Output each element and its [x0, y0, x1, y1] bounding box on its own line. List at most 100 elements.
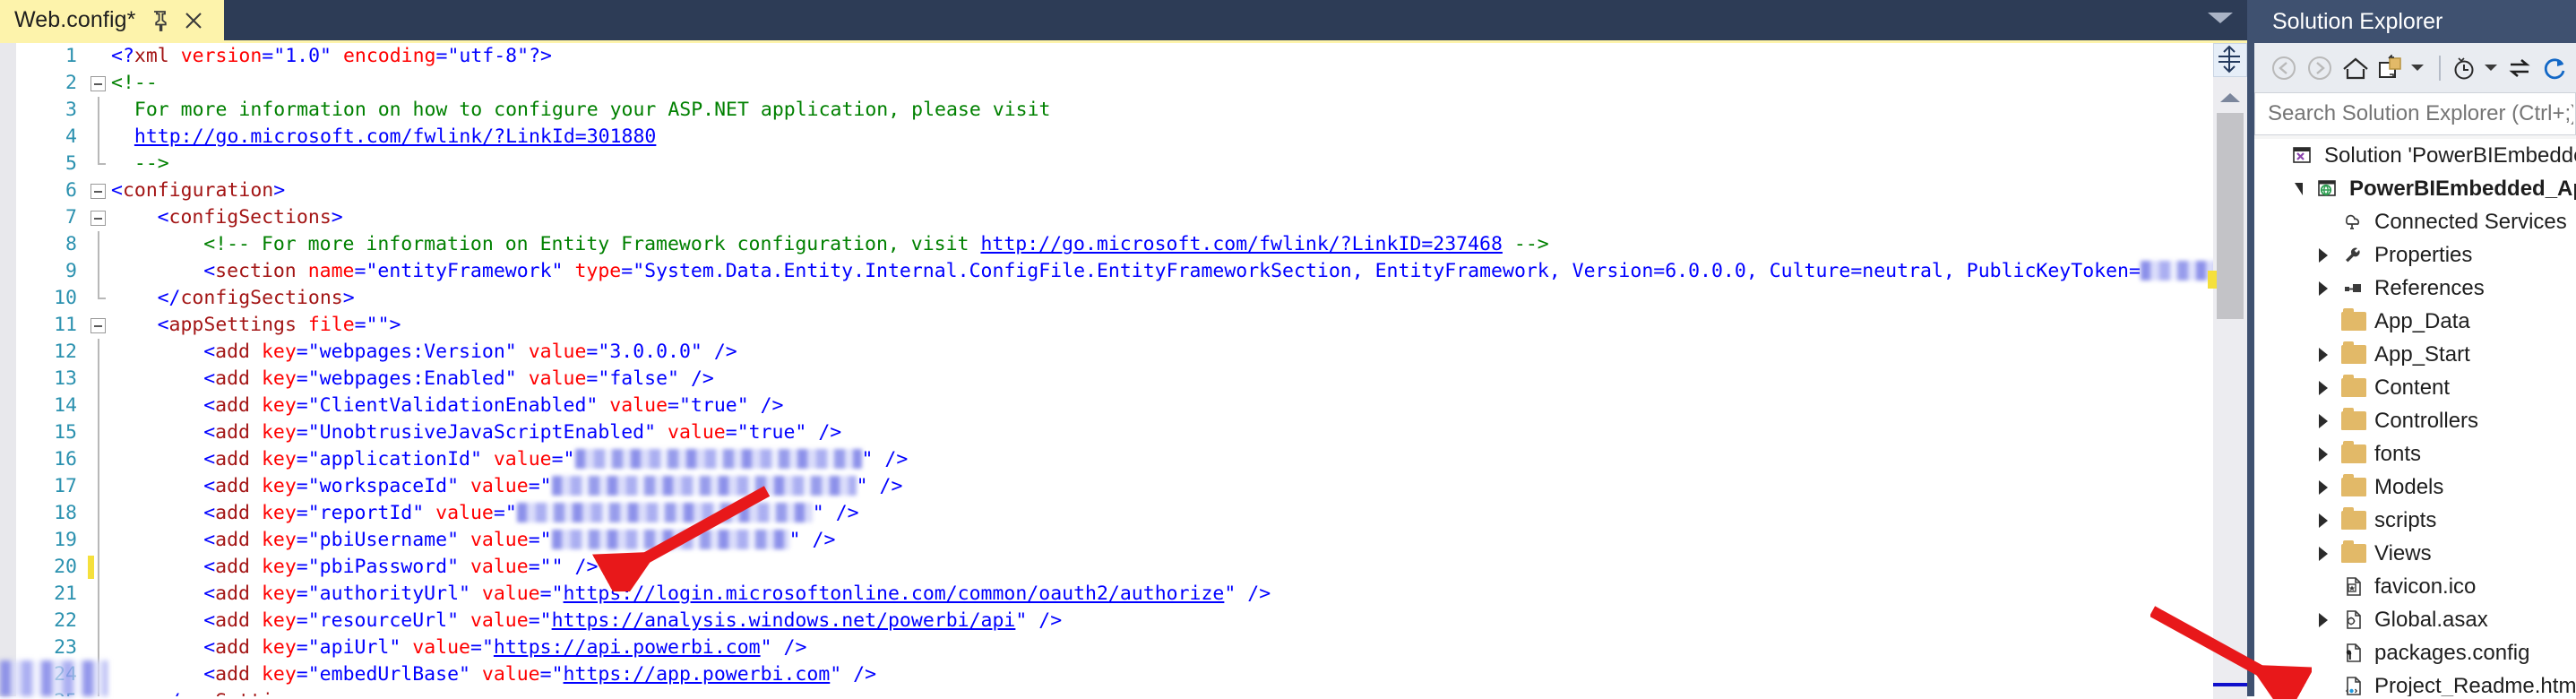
code-text-area[interactable]: 1 <?xml version="1.0" encoding="utf-8"?> 2… [16, 43, 2247, 696]
chevron-right-icon[interactable] [2313, 378, 2333, 398]
chevron-right-icon[interactable] [2313, 544, 2333, 564]
code-token: " [830, 663, 842, 686]
editor-vertical-scrollbar[interactable] [2208, 43, 2247, 699]
code-token[interactable]: https://app.powerbi.com [564, 663, 831, 686]
tree-item-controllers[interactable]: Controllers [2254, 404, 2576, 437]
code-token[interactable]: https://api.powerbi.com [494, 636, 761, 659]
code-line[interactable]: 19 <add key="pbiUsername" value=" " /> [16, 527, 2247, 554]
sync-arrows-icon[interactable] [2504, 53, 2535, 83]
back-arrow-icon[interactable] [2269, 53, 2299, 83]
code-line[interactable]: 6 <configuration> [16, 177, 2247, 204]
search-solution-explorer-box[interactable] [2254, 92, 2576, 135]
code-line[interactable]: 7 <configSections> [16, 204, 2247, 231]
code-token[interactable]: https://analysis.windows.net/powerbi/api [552, 609, 1016, 632]
split-view-icon[interactable] [2213, 43, 2247, 77]
tree-item-references[interactable]: References [2254, 272, 2576, 305]
chevron-right-icon[interactable] [2313, 511, 2333, 531]
pin-icon[interactable] [151, 9, 170, 32]
tree-item-favicon-ico[interactable]: favicon.ico [2254, 570, 2576, 603]
code-token: section [215, 260, 297, 282]
line-number: 4 [65, 125, 77, 148]
chevron-right-icon[interactable] [2313, 345, 2333, 365]
code-line[interactable]: 21 <add key="authorityUrl" value="https:/… [16, 581, 2247, 608]
clock-icon[interactable] [2449, 53, 2479, 83]
line-number: 21 [54, 582, 77, 605]
chevron-right-icon[interactable] [2313, 610, 2333, 630]
tree-item-project-readme-html[interactable]: Project_Readme.html [2254, 669, 2576, 696]
line-number: 20 [54, 556, 77, 578]
code-line[interactable]: 2 <!-- [16, 70, 2247, 97]
code-token[interactable]: http://go.microsoft.com/fwlink/?LinkID=2… [980, 233, 1502, 255]
solution-tree[interactable]: Solution 'PowerBIEmbedded_Ap PowerBIEmbed… [2254, 139, 2576, 696]
code-token[interactable]: https://login.microsoftonline.com/common… [564, 582, 1225, 605]
code-editor[interactable]: 1 <?xml version="1.0" encoding="utf-8"?> 2… [0, 40, 2247, 699]
collapse-outline-icon[interactable] [90, 211, 106, 226]
tree-item-global-asax[interactable]: Global.asax [2254, 603, 2576, 636]
code-line[interactable]: 24<add key="embedUrlBase" value="https:/… [16, 661, 2247, 688]
tree-item-app-data[interactable]: App_Data [2254, 305, 2576, 338]
code-token: < [203, 529, 216, 551]
scroll-up-icon[interactable] [2220, 93, 2240, 102]
code-line[interactable]: 15 <add key="UnobtrusiveJavaScriptEnabled… [16, 419, 2247, 446]
tree-item-views[interactable]: Views [2254, 537, 2576, 570]
chevron-right-icon[interactable] [2313, 411, 2333, 431]
refresh-icon[interactable] [2540, 53, 2571, 83]
code-line[interactable]: 18 <add key="reportId" value=" " /> [16, 500, 2247, 527]
code-line[interactable]: 23 <add key="apiUrl" value="https://api.p… [16, 634, 2247, 661]
tree-item-content[interactable]: Content [2254, 371, 2576, 404]
code-token: key [261, 367, 297, 390]
chevron-right-icon[interactable] [2313, 478, 2333, 497]
code-line[interactable]: 13 <add key="webpages:Enabled" value="fal… [16, 366, 2247, 393]
collapse-outline-icon[interactable] [90, 76, 106, 91]
code-line[interactable]: 25</appSettings> [16, 688, 2247, 696]
tree-item-powerbiembedded-appow[interactable]: PowerBIEmbedded_AppOw [2254, 172, 2576, 205]
code-line[interactable]: 11 <appSettings file=""> [16, 312, 2247, 339]
tree-item-fonts[interactable]: fonts [2254, 437, 2576, 470]
collapse-outline-icon[interactable] [90, 318, 106, 333]
code-token[interactable]: http://go.microsoft.com/fwlink/?LinkId=3… [134, 125, 656, 148]
code-line[interactable]: 12 <add key="webpages:Version" value="3.0… [16, 339, 2247, 366]
chevron-right-icon[interactable] [2313, 444, 2333, 464]
code-token: < [203, 502, 216, 524]
tree-item-packages-config[interactable]: packages.config [2254, 636, 2576, 669]
tree-item-connected-services[interactable]: Connected Services [2254, 205, 2576, 238]
code-line[interactable]: 4 http://go.microsoft.com/fwlink/?LinkId… [16, 124, 2247, 151]
chevron-right-icon[interactable] [2313, 279, 2333, 298]
chevron-down-icon[interactable] [2288, 179, 2308, 199]
code-line[interactable]: 3 For more information on how to configu… [16, 97, 2247, 124]
code-line[interactable]: 8 <!-- For more information on Entity Fra… [16, 231, 2247, 258]
outline-guide-line [98, 446, 99, 473]
code-line[interactable]: 20 <add key="pbiPassword" value="" /> [16, 554, 2247, 581]
search-input[interactable] [2255, 100, 2575, 127]
code-line[interactable]: 22 <add key="resourceUrl" value="https://… [16, 608, 2247, 634]
tree-item-scripts[interactable]: scripts [2254, 504, 2576, 537]
close-icon[interactable] [183, 10, 204, 31]
code-token: = [435, 45, 448, 67]
tree-item-label: favicon.ico [2374, 574, 2477, 599]
solution-views-icon[interactable] [2376, 53, 2407, 83]
chevron-right-icon[interactable] [2313, 246, 2333, 265]
code-line-text: <section name="entityFramework" type="Sy… [203, 258, 2247, 285]
forward-arrow-icon[interactable] [2305, 53, 2335, 83]
code-line[interactable]: 10 </configSections> [16, 285, 2247, 312]
code-line[interactable]: 16 <add key="applicationId" value=" " /> [16, 446, 2247, 473]
collapse-outline-icon[interactable] [90, 184, 106, 199]
code-line[interactable]: 1 <?xml version="1.0" encoding="utf-8"?> [16, 43, 2247, 70]
tree-item-models[interactable]: Models [2254, 470, 2576, 504]
tree-item-solution-powerbiembedded-ap[interactable]: Solution 'PowerBIEmbedded_Ap [2254, 139, 2576, 172]
home-icon[interactable] [2340, 53, 2371, 83]
tab-web-config[interactable]: Web.config* [0, 0, 224, 40]
code-token: value [528, 341, 587, 363]
tree-item-properties[interactable]: Properties [2254, 238, 2576, 272]
code-line[interactable]: 14 <add key="ClientValidationEnabled" val… [16, 393, 2247, 419]
tree-item-app-start[interactable]: App_Start [2254, 338, 2576, 371]
code-line[interactable]: 9 <section name="entityFramework" type="S… [16, 258, 2247, 285]
code-line[interactable]: 5 --> [16, 151, 2247, 177]
code-line[interactable]: 17 <add key="workspaceId" value=" " /> [16, 473, 2247, 500]
scrollbar-thumb[interactable] [2217, 113, 2244, 319]
chevron-down-icon[interactable] [2208, 13, 2233, 23]
chevron-down-icon[interactable] [2485, 65, 2498, 71]
chevron-down-icon[interactable] [2411, 65, 2425, 71]
